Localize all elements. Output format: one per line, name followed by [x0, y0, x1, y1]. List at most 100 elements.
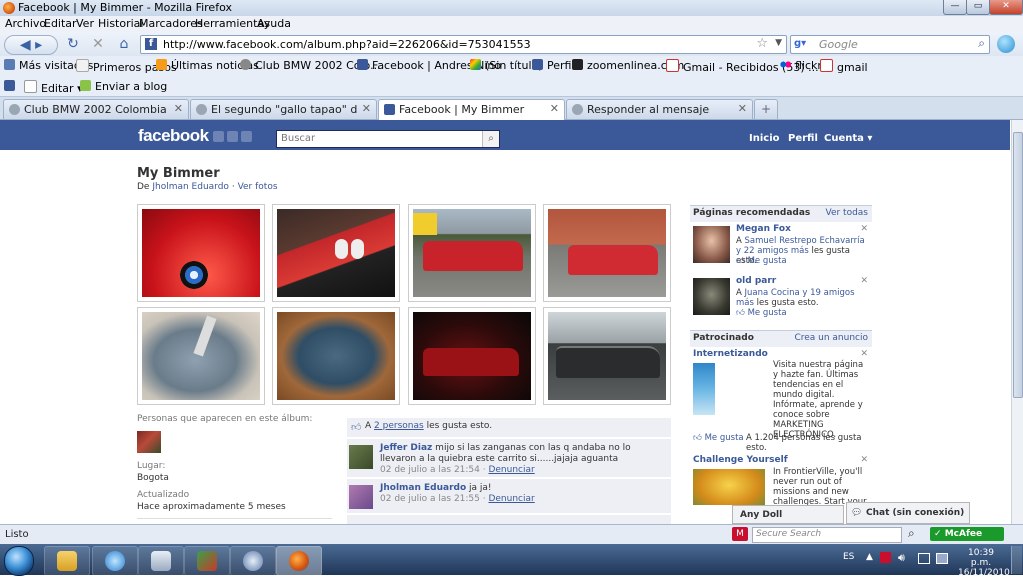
ad-title[interactable]: Internetizando	[693, 349, 768, 359]
nav-perfil[interactable]: Perfil	[788, 133, 818, 144]
back-forward-button[interactable]: ◀ ▸	[4, 35, 58, 55]
search-icon[interactable]: ⌕	[908, 526, 915, 541]
dismiss-icon[interactable]: ✕	[860, 224, 868, 234]
bookmark-star-icon[interactable]: ☆	[756, 36, 768, 51]
google-icon[interactable]: g▾	[794, 38, 806, 49]
nav-inicio[interactable]: Inicio	[749, 133, 780, 144]
menu-historial[interactable]: Historial	[98, 17, 143, 30]
see-all-link[interactable]: Ver todas	[825, 208, 868, 218]
page-name[interactable]: Megan Fox	[736, 224, 791, 234]
menu-archivo[interactable]: Archivo	[5, 17, 46, 30]
commenter-name[interactable]: Jholman Eduardo	[380, 483, 466, 493]
tab-close-icon[interactable]: ✕	[362, 102, 371, 115]
album-photo-7[interactable]	[408, 307, 536, 405]
page-thumbnail[interactable]	[693, 278, 730, 315]
album-photo-5[interactable]	[137, 307, 265, 405]
web-search-box[interactable]: g▾ Google ⌕	[790, 35, 990, 54]
notifications-icon[interactable]	[241, 131, 252, 142]
taskbar-explorer[interactable]	[44, 546, 90, 576]
home-icon[interactable]: ⌂	[115, 35, 133, 53]
facebook-search-input[interactable]: Buscar ⌕	[276, 130, 500, 148]
ad-image[interactable]	[693, 469, 765, 505]
album-photo-1[interactable]	[137, 204, 265, 302]
reload-icon[interactable]: ↻	[65, 35, 81, 53]
tab-close-icon[interactable]: ✕	[174, 102, 183, 115]
taskbar-app[interactable]	[230, 546, 276, 576]
taskbar-internet-explorer[interactable]	[92, 546, 138, 576]
create-ad-link[interactable]: Crea un anuncio	[794, 333, 868, 343]
taskbar-firefox[interactable]	[276, 546, 322, 576]
secure-search-input[interactable]: Secure Search	[752, 527, 902, 543]
page-thumbnail[interactable]	[693, 226, 730, 263]
dismiss-icon[interactable]: ✕	[860, 455, 868, 465]
page-name[interactable]: old parr	[736, 276, 776, 286]
clock[interactable]: 10:39 p.m. 16/11/2010	[958, 548, 1010, 578]
edit-button[interactable]: Editar ▾	[24, 80, 83, 95]
search-icon[interactable]: ⌕	[482, 131, 499, 147]
like-page-button[interactable]: 👍︎ Me gusta	[736, 308, 787, 318]
dismiss-icon[interactable]: ✕	[860, 349, 868, 359]
commenter-avatar[interactable]	[349, 445, 373, 469]
tab-facebook-my-bimmer[interactable]: Facebook | My Bimmer ✕	[378, 99, 565, 120]
album-photo-6[interactable]	[272, 307, 400, 405]
tab-close-icon[interactable]: ✕	[738, 102, 747, 115]
dismiss-icon[interactable]: ✕	[860, 276, 868, 286]
report-link[interactable]: Denunciar	[488, 494, 534, 504]
addon-icon[interactable]	[4, 80, 19, 93]
mcafee-shield-icon[interactable]: M	[732, 527, 748, 541]
show-hidden-icons[interactable]: ▲	[866, 552, 873, 562]
menu-editar[interactable]: Editar	[44, 17, 77, 30]
report-link[interactable]: Denunciar	[488, 465, 534, 475]
facebook-logo[interactable]: facebook	[138, 126, 209, 146]
album-photo-2[interactable]	[272, 204, 400, 302]
ad-like-button[interactable]: 👍︎ Me gusta	[693, 433, 744, 443]
action-center-icon[interactable]	[936, 553, 948, 564]
album-photo-4[interactable]	[543, 204, 671, 302]
new-tab-button[interactable]: +	[754, 99, 778, 119]
start-button[interactable]	[4, 546, 34, 576]
bookmark-gmail[interactable]: gmail	[820, 59, 868, 74]
tab-club-bmw[interactable]: Club BMW 2002 Colombia :: | Reviv... ✕	[3, 99, 189, 119]
menu-ver[interactable]: Ver	[76, 17, 94, 30]
input-language[interactable]: ES	[843, 552, 854, 562]
commenter-name[interactable]: Jeffer Diaz	[380, 443, 432, 453]
taskbar-network-tool[interactable]	[184, 546, 230, 576]
ad-title[interactable]: Challenge Yourself	[693, 455, 788, 465]
bookmark-perfil[interactable]: Perfil	[532, 59, 575, 72]
show-desktop-button[interactable]	[1011, 546, 1022, 574]
taskbar-calculator[interactable]	[138, 546, 184, 576]
mcafee-tray-icon[interactable]	[880, 552, 891, 563]
friend-requests-icon[interactable]	[213, 131, 224, 142]
scrollbar-thumb[interactable]	[1013, 132, 1023, 398]
like-page-button[interactable]: 👍︎ Me gusta	[736, 256, 787, 266]
maximize-button[interactable]: ▭	[966, 0, 990, 15]
tab-close-icon[interactable]: ✕	[550, 102, 559, 115]
commenter-avatar[interactable]	[349, 485, 373, 509]
chat-tab-any-doll[interactable]: Any Doll	[732, 505, 844, 524]
mcafee-status-button[interactable]: ✓ McAfee	[930, 527, 1004, 541]
tab-gallo-tapao[interactable]: El segundo "gallo tapao" del Presi.... ✕	[190, 99, 377, 119]
author-link[interactable]: Jholman Eduardo	[152, 182, 229, 192]
url-dropdown-icon[interactable]: ▼	[775, 38, 782, 48]
see-photos-link[interactable]: Ver fotos	[238, 182, 278, 192]
stop-icon[interactable]: ✕	[90, 35, 106, 53]
album-photo-3[interactable]	[408, 204, 536, 302]
chat-offline-button[interactable]: 💬︎ Chat (sin conexión)	[846, 502, 970, 524]
url-bar[interactable]: f http://www.facebook.com/album.php?aid=…	[140, 35, 787, 54]
network-icon[interactable]	[918, 553, 930, 564]
tab-responder[interactable]: Responder al mensaje ✕	[566, 99, 753, 119]
search-icon[interactable]: ⌕	[978, 36, 985, 51]
tagged-person-avatar[interactable]	[137, 431, 161, 453]
send-to-blog-button[interactable]: Enviar a blog	[80, 80, 167, 93]
messages-icon[interactable]	[227, 131, 238, 142]
minimize-button[interactable]: —	[943, 0, 967, 15]
nav-cuenta[interactable]: Cuenta ▾	[824, 133, 872, 144]
likers-link[interactable]: 2 personas	[374, 421, 424, 431]
album-photo-8[interactable]	[543, 307, 671, 405]
bookmark-flickr[interactable]: flickr	[780, 59, 822, 72]
ad-image[interactable]	[693, 363, 715, 415]
skype-icon[interactable]	[997, 35, 1015, 53]
menu-marcadores[interactable]: Marcadores	[139, 17, 203, 30]
volume-icon[interactable]: 🔊︎	[898, 551, 905, 565]
page-scrollbar[interactable]	[1011, 120, 1023, 524]
